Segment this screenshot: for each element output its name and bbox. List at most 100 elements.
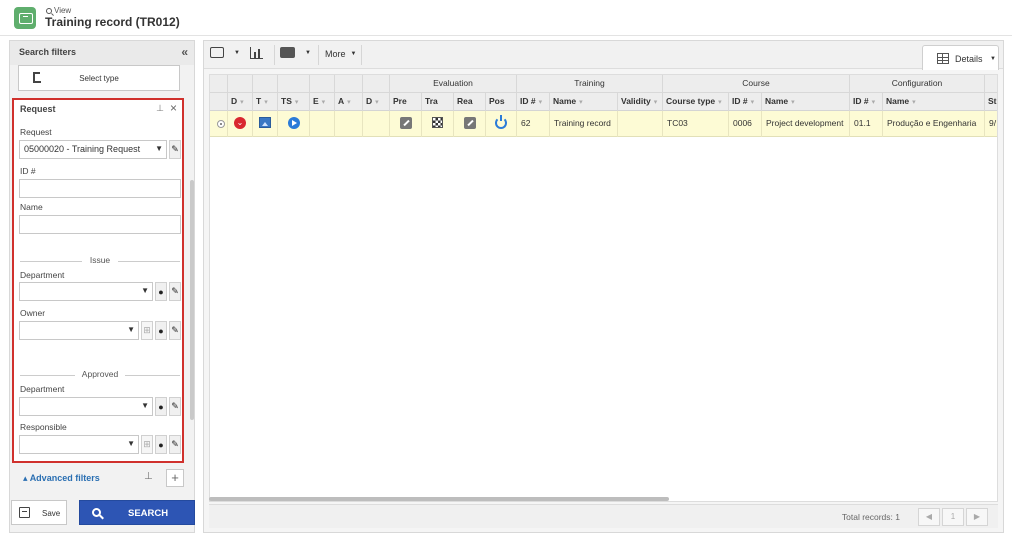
approved-section-separator: Approved bbox=[20, 369, 180, 381]
col-d[interactable]: D ▾ bbox=[228, 93, 253, 111]
approved-department-select[interactable]: ▼ bbox=[19, 397, 153, 416]
more-label: More bbox=[325, 49, 346, 59]
approved-responsible-user-button[interactable]: ● bbox=[155, 435, 167, 454]
col-config-id[interactable]: ID # ▾ bbox=[850, 93, 883, 111]
advanced-filters-label: Advanced filters bbox=[29, 473, 100, 483]
arrow-right-icon: ▶ bbox=[973, 512, 981, 521]
col-e[interactable]: E ▾ bbox=[310, 93, 335, 111]
advanced-pin-icon[interactable]: ⊥ bbox=[144, 471, 153, 482]
view-mode-button[interactable]: ▼ bbox=[210, 47, 240, 58]
floppy-disk-icon bbox=[19, 507, 30, 518]
chevron-down-icon: ▼ bbox=[350, 51, 357, 57]
advanced-filters-toggle[interactable]: ▴ Advanced filters bbox=[23, 473, 100, 484]
reaction-evaluation-edit-icon[interactable] bbox=[464, 117, 476, 129]
col-validity[interactable]: Validity ▾ bbox=[618, 93, 663, 111]
approved-responsible-select[interactable]: ▼ bbox=[19, 435, 139, 454]
approved-department-user-button[interactable]: ● bbox=[155, 397, 167, 416]
issue-owner-label: Owner bbox=[20, 308, 46, 318]
user-icon: ● bbox=[158, 286, 164, 297]
grid-horizontal-scrollbar[interactable] bbox=[209, 497, 669, 501]
table-row[interactable]: ⌄ 62 Training record TC03 0006 Project d… bbox=[210, 111, 997, 137]
request-label: Request bbox=[20, 127, 52, 137]
name-input[interactable] bbox=[19, 215, 181, 234]
issue-department-user-button[interactable]: ● bbox=[155, 282, 167, 301]
clear-approved-responsible-button[interactable]: ✎ bbox=[169, 435, 181, 454]
double-chevron-left-icon[interactable]: « bbox=[181, 45, 188, 59]
col-pre[interactable]: Pre bbox=[390, 93, 422, 111]
col-rea[interactable]: Rea bbox=[454, 93, 486, 111]
training-type-image-icon bbox=[259, 117, 271, 128]
chevron-down-circle-icon[interactable]: ⌄ bbox=[234, 117, 246, 129]
col-a[interactable]: A ▾ bbox=[335, 93, 363, 111]
search-filters-panel: Search filters « Select type Request ⊥ ×… bbox=[9, 40, 195, 533]
filters-title: Search filters bbox=[19, 47, 77, 57]
page-number[interactable]: 1 bbox=[942, 508, 964, 526]
filters-header: Search filters « bbox=[10, 41, 194, 65]
approved-heading: Approved bbox=[81, 369, 119, 379]
issue-owner-user-button[interactable]: ● bbox=[155, 321, 167, 340]
col-ts[interactable]: TS ▾ bbox=[278, 93, 310, 111]
next-page-button[interactable]: ▶ bbox=[966, 508, 988, 526]
col-status[interactable]: St bbox=[985, 93, 997, 111]
clear-approved-department-button[interactable]: ✎ bbox=[169, 397, 181, 416]
group-configuration: Configuration bbox=[850, 75, 985, 93]
breadcrumb[interactable]: View bbox=[46, 6, 71, 15]
eraser-icon: ✎ bbox=[171, 401, 179, 411]
chevron-down-icon: ▼ bbox=[127, 439, 135, 448]
id-input[interactable] bbox=[19, 179, 181, 198]
request-select-value: 05000020 - Training Request bbox=[24, 144, 141, 154]
col-select bbox=[210, 93, 228, 111]
col-training-id[interactable]: ID # ▾ bbox=[517, 93, 550, 111]
issue-department-label: Department bbox=[20, 270, 65, 280]
cell-validity bbox=[618, 111, 663, 137]
col-training-name[interactable]: Name ▾ bbox=[550, 93, 618, 111]
group-course: Course bbox=[663, 75, 850, 93]
request-select[interactable]: 05000020 - Training Request ▼ bbox=[19, 140, 167, 159]
approved-responsible-binoculars-button[interactable]: ⊞ bbox=[141, 435, 153, 454]
col-course-name[interactable]: Name ▾ bbox=[762, 93, 850, 111]
previous-page-button[interactable]: ◀ bbox=[918, 508, 940, 526]
col-d2[interactable]: D ▾ bbox=[363, 93, 390, 111]
cell-config-id: 01.1 bbox=[850, 111, 883, 137]
chevron-down-icon: ▼ bbox=[141, 286, 149, 295]
col-course-id[interactable]: ID # ▾ bbox=[729, 93, 762, 111]
print-button[interactable]: ▼ bbox=[280, 47, 311, 58]
clear-request-button[interactable]: ✎ bbox=[169, 140, 181, 159]
search-button[interactable]: SEARCH bbox=[79, 500, 195, 525]
printer-icon bbox=[280, 47, 295, 58]
issue-department-select[interactable]: ▼ bbox=[19, 282, 153, 301]
chart-button[interactable] bbox=[250, 47, 263, 59]
pin-icon[interactable]: ⊥ bbox=[156, 103, 164, 114]
breadcrumb-view[interactable]: View bbox=[54, 6, 71, 15]
close-icon[interactable]: × bbox=[170, 101, 177, 115]
request-section-title: Request bbox=[20, 104, 56, 114]
col-config-name[interactable]: Name ▾ bbox=[883, 93, 985, 111]
details-tab[interactable]: Details ▼ bbox=[922, 45, 999, 70]
add-filter-button[interactable]: + bbox=[166, 469, 184, 487]
col-pos[interactable]: Pos bbox=[486, 93, 517, 111]
col-tra[interactable]: Tra bbox=[422, 93, 454, 111]
filters-scrollbar[interactable] bbox=[190, 180, 194, 420]
checkered-flag-icon[interactable] bbox=[432, 117, 443, 128]
cell-course-type: TC03 bbox=[663, 111, 729, 137]
more-menu-button[interactable]: More ▼ bbox=[325, 49, 356, 59]
col-t[interactable]: T ▾ bbox=[253, 93, 278, 111]
user-icon: ● bbox=[158, 325, 164, 336]
issue-owner-binoculars-button[interactable]: ⊞ bbox=[141, 321, 153, 340]
chevron-down-icon: ▼ bbox=[141, 401, 149, 410]
col-course-type[interactable]: Course type ▾ bbox=[663, 93, 729, 111]
request-filter-box: Request ⊥ × Request 05000020 - Training … bbox=[12, 98, 194, 463]
power-icon[interactable] bbox=[495, 115, 507, 129]
select-type-button[interactable]: Select type bbox=[18, 65, 180, 91]
binoculars-icon: ⊞ bbox=[143, 325, 151, 335]
issue-owner-select[interactable]: ▼ bbox=[19, 321, 139, 340]
pre-evaluation-edit-icon[interactable] bbox=[400, 117, 412, 129]
user-icon: ● bbox=[158, 439, 164, 450]
save-button[interactable]: Save bbox=[11, 500, 67, 525]
clear-issue-department-button[interactable]: ✎ bbox=[169, 282, 181, 301]
clear-issue-owner-button[interactable]: ✎ bbox=[169, 321, 181, 340]
row-select-radio[interactable] bbox=[217, 120, 225, 128]
cell-training-id: 62 bbox=[517, 111, 550, 137]
grid-footer: Total records: 1 ◀ 1 ▶ bbox=[209, 504, 998, 528]
eraser-icon: ✎ bbox=[171, 439, 179, 449]
